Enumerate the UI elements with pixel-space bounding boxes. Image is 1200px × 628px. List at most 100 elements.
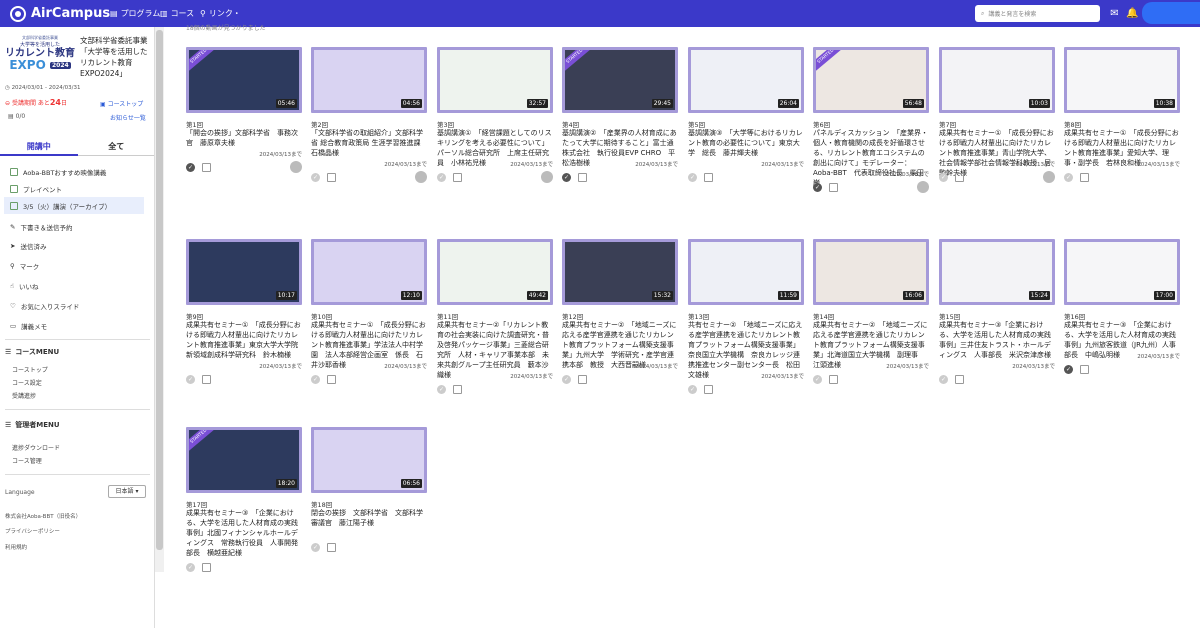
user-menu[interactable]: [1142, 2, 1200, 24]
edit-icon[interactable]: [704, 173, 713, 182]
lecture-title[interactable]: 閉会の挨拶 文部科学省 文部科学審議官 藤江陽子様: [311, 508, 427, 528]
admin-item-download[interactable]: 進捗ダウンロード: [12, 443, 60, 452]
video-thumbnail[interactable]: 04:56: [311, 47, 427, 113]
footer-privacy[interactable]: プライバシーポリシー: [5, 527, 60, 535]
lecture-title[interactable]: 成果共有セミナー③ 「企業における、大学を活用した人材育成の実践事例」北國フィナ…: [186, 508, 302, 558]
edit-icon[interactable]: [829, 375, 838, 384]
menu-like[interactable]: ☝ いいね: [4, 277, 144, 294]
check-icon[interactable]: ✓: [311, 543, 320, 552]
nav-link[interactable]: ⚲ リンク・: [200, 8, 241, 19]
check-icon[interactable]: ✓: [813, 375, 822, 384]
course-item-top[interactable]: コーストップ: [12, 365, 48, 374]
admin-menu-header[interactable]: ☰ 管理者MENU: [5, 420, 60, 430]
video-thumbnail[interactable]: 15:32: [562, 239, 678, 305]
course-item-progress[interactable]: 受講進捗: [12, 391, 36, 400]
lecture-title[interactable]: 成果共有セミナー① 「成長分野における即戦力人材輩出に向けたリカレント教育推進事…: [939, 128, 1055, 178]
lecture-title[interactable]: 「文部科学省の取組紹介」文部科学省 総合教育政策局 生涯学習推進課 石橋晶様: [311, 128, 427, 158]
admin-item-course[interactable]: コース管理: [12, 456, 42, 465]
video-thumbnail[interactable]: 10:38: [1064, 47, 1180, 113]
sidebar-scroll-thumb[interactable]: [156, 30, 163, 550]
menu-archive[interactable]: 3/5（火）講演（アーカイブ）: [4, 197, 144, 214]
edit-icon[interactable]: [202, 563, 211, 572]
menu-drafts[interactable]: ✎ 下書き＆送信予約: [4, 218, 144, 235]
edit-icon[interactable]: [1080, 173, 1089, 182]
language-select[interactable]: 日本語 ▾: [108, 485, 146, 498]
edit-icon[interactable]: [955, 375, 964, 384]
edit-icon[interactable]: [202, 163, 211, 172]
check-icon[interactable]: ✓: [813, 183, 822, 192]
lecture-title[interactable]: 「開会の挨拶」文部科学省 事務次官 藤原章夫様: [186, 128, 302, 148]
coursetop-link[interactable]: ▣ コーストップ: [100, 99, 143, 108]
nav-course[interactable]: ▥ コース: [160, 8, 194, 19]
lecture-title[interactable]: 共有セミナー② 「地域ニーズに応える産学官連携を通じたリカレント教育プラットフォ…: [688, 320, 804, 380]
check-icon[interactable]: ✓: [186, 563, 195, 572]
edit-icon[interactable]: [829, 183, 838, 192]
course-item-settings[interactable]: コース設定: [12, 378, 42, 387]
lecture-title[interactable]: 成果共有セミナー① 「成長分野における即戦力人材輩出に向けたリカレント教育推進事…: [186, 320, 305, 360]
nav-program[interactable]: ▤ プログラム: [110, 8, 160, 19]
check-icon[interactable]: ✓: [939, 173, 948, 182]
edit-icon[interactable]: [578, 375, 587, 384]
bell-icon[interactable]: 🔔: [1126, 8, 1138, 19]
check-icon[interactable]: ✓: [311, 375, 320, 384]
lecture-title[interactable]: 成果共有セミナー③「企業における、大学を活用した人材育成の実践事例」三井住友トラ…: [939, 320, 1055, 360]
menu-fav-slides[interactable]: ♡ お気に入りスライド: [4, 297, 144, 314]
video-thumbnail[interactable]: 10:17: [186, 239, 302, 305]
check-icon[interactable]: ✓: [1064, 365, 1073, 374]
video-thumbnail[interactable]: 06:56: [311, 427, 427, 493]
menu-preevent[interactable]: プレイベント: [4, 180, 144, 197]
video-thumbnail[interactable]: 17:00: [1064, 239, 1180, 305]
chat-icon[interactable]: ✉: [1109, 8, 1120, 19]
edit-icon[interactable]: [955, 173, 964, 182]
search-placeholder: 講義と発言を検索: [988, 11, 1037, 18]
video-thumbnail[interactable]: STARTED 56:48: [813, 47, 929, 113]
search-input[interactable]: ⌕ 講義と発言を検索: [975, 5, 1100, 22]
check-icon[interactable]: ✓: [688, 173, 697, 182]
available-until: 2024/03/13まで: [886, 172, 929, 178]
tab-open[interactable]: 開講中: [0, 138, 78, 156]
menu-recommended[interactable]: Aoba-BBTおすすめ映像講義: [4, 163, 144, 180]
video-thumbnail[interactable]: 11:59: [688, 239, 804, 305]
lecture-title[interactable]: 基調講演③ 「大学等におけるリカレント教育の必要性について」東京大学 総長 藤井…: [688, 128, 804, 158]
video-thumbnail[interactable]: 32:57: [437, 47, 553, 113]
edit-icon[interactable]: [453, 385, 462, 394]
edit-icon[interactable]: [202, 375, 211, 384]
edit-icon[interactable]: [578, 173, 587, 182]
aircampus-logo[interactable]: AirCampus: [10, 4, 110, 23]
footer-company[interactable]: 株式会社Aoba-BBT（旧役名）: [5, 512, 81, 520]
video-thumbnail[interactable]: STARTED 18:20: [186, 427, 302, 493]
lecture-title[interactable]: 成果共有セミナー②「リカレント教育の社会実装に向けた調査研究・普及啓発パッケージ…: [437, 320, 553, 380]
check-icon[interactable]: ✓: [939, 375, 948, 384]
tab-all[interactable]: 全て: [77, 138, 154, 156]
check-icon[interactable]: ✓: [1064, 173, 1073, 182]
check-icon[interactable]: ✓: [437, 173, 446, 182]
notices-link[interactable]: お知らせ一覧: [110, 113, 146, 122]
check-icon[interactable]: ✓: [688, 385, 697, 394]
check-icon[interactable]: ✓: [562, 173, 571, 182]
video-thumbnail[interactable]: 26:04: [688, 47, 804, 113]
edit-icon[interactable]: [704, 385, 713, 394]
edit-icon[interactable]: [327, 543, 336, 552]
edit-icon[interactable]: [327, 375, 336, 384]
menu-mark[interactable]: ⚲ マーク: [4, 257, 144, 274]
check-icon[interactable]: ✓: [562, 375, 571, 384]
lecture-title[interactable]: パネルディスカッション 「産業界・個人・教育機関の成長を好循環させる、リカレント…: [813, 128, 929, 188]
edit-icon[interactable]: [453, 173, 462, 182]
edit-icon[interactable]: [1080, 365, 1089, 374]
video-thumbnail[interactable]: 49:42: [437, 239, 553, 305]
check-icon[interactable]: ✓: [186, 375, 195, 384]
video-thumbnail[interactable]: 10:03: [939, 47, 1055, 113]
course-menu-header[interactable]: ☰ コースMENU: [5, 347, 59, 357]
video-thumbnail[interactable]: STARTED 29:45: [562, 47, 678, 113]
footer-terms[interactable]: 利用規約: [5, 543, 27, 551]
check-icon[interactable]: ✓: [437, 385, 446, 394]
menu-notes[interactable]: ▭ 講義メモ: [4, 317, 144, 334]
check-icon[interactable]: ✓: [186, 163, 195, 172]
menu-sent[interactable]: ➤ 送信済み: [4, 237, 144, 254]
video-thumbnail[interactable]: 15:24: [939, 239, 1055, 305]
edit-icon[interactable]: [327, 173, 336, 182]
video-thumbnail[interactable]: 12:10: [311, 239, 427, 305]
video-thumbnail[interactable]: STARTED 05:46: [186, 47, 302, 113]
check-icon[interactable]: ✓: [311, 173, 320, 182]
video-thumbnail[interactable]: 16:06: [813, 239, 929, 305]
